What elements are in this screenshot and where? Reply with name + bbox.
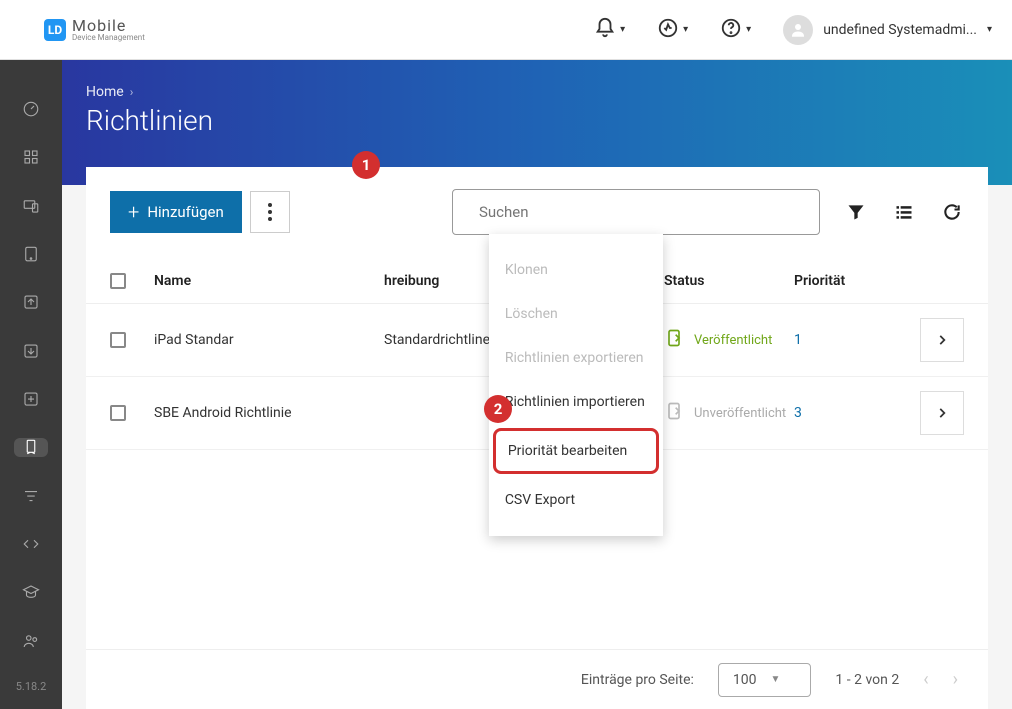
more-icon: [268, 203, 272, 221]
col-name[interactable]: Name: [154, 273, 384, 289]
menu-clone: Klonen: [489, 248, 663, 292]
search-input[interactable]: [479, 203, 805, 221]
sidebar-add[interactable]: [14, 390, 48, 408]
logo-badge: LD: [44, 19, 66, 41]
row-name: SBE Android Richtlinie: [154, 405, 384, 421]
sidebar-education[interactable]: [14, 583, 48, 601]
sidebar-upload[interactable]: [14, 293, 48, 311]
logo-title: Mobile: [72, 18, 145, 34]
help-dropdown[interactable]: ▾: [720, 17, 751, 43]
menu-export-policies: Richtlinien exportieren: [489, 336, 663, 380]
logo-subtitle: Device Management: [72, 34, 145, 42]
sidebar-apps[interactable]: [14, 148, 48, 166]
chevron-down-icon: ▾: [987, 24, 992, 35]
chevron-down-icon: ▾: [683, 24, 688, 35]
version-label: 5.18.2: [16, 680, 47, 693]
user-name: undefined Systemadmi...: [823, 22, 977, 38]
sidebar-device-alt[interactable]: [14, 245, 48, 263]
published-icon: [664, 328, 684, 352]
user-menu[interactable]: undefined Systemadmi... ▾: [783, 15, 992, 45]
top-bar: LD Mobile Device Management ▾ ▾ ▾ undefi…: [0, 0, 1012, 60]
sidebar-devices[interactable]: [14, 197, 48, 215]
chevron-right-icon: ›: [130, 85, 134, 99]
activity-dropdown[interactable]: ▾: [657, 17, 688, 43]
sidebar-download[interactable]: [14, 342, 48, 360]
avatar: [783, 15, 813, 45]
sidebar-filter[interactable]: [14, 487, 48, 505]
sidebar: 5.18.2: [0, 60, 62, 709]
row-name: iPad Standar: [154, 332, 384, 348]
menu-delete: Löschen: [489, 292, 663, 336]
unpublished-icon: [664, 401, 684, 425]
list-view-button[interactable]: [892, 202, 916, 222]
row-expand-button[interactable]: [920, 391, 964, 435]
prev-page-button[interactable]: ‹: [923, 669, 928, 690]
filter-button[interactable]: [844, 202, 868, 222]
row-expand-button[interactable]: [920, 318, 964, 362]
search-box[interactable]: [452, 189, 820, 235]
select-all-checkbox[interactable]: [110, 273, 126, 289]
add-button-label: Hinzufügen: [147, 203, 224, 221]
row-priority: 1: [794, 332, 914, 348]
col-priority[interactable]: Priorität: [794, 273, 914, 289]
actions-menu: Klonen Löschen Richtlinien exportieren R…: [489, 234, 663, 536]
per-page-value: 100: [733, 672, 757, 688]
content-card: 1 2 + Hinzufügen Klonen Löschen Richtlin…: [86, 167, 988, 709]
page-title: Richtlinien: [86, 104, 988, 137]
row-checkbox[interactable]: [110, 332, 126, 348]
chevron-down-icon: ▼: [771, 674, 781, 685]
breadcrumb-home[interactable]: Home: [86, 84, 124, 100]
row-status: Unveröffentlicht: [694, 406, 786, 421]
chevron-down-icon: ▾: [620, 24, 625, 35]
plus-icon: +: [128, 200, 139, 224]
annotation-2: 2: [484, 395, 512, 423]
menu-import-policies[interactable]: Richtlinien importieren: [489, 380, 663, 424]
more-actions-button[interactable]: Klonen Löschen Richtlinien exportieren R…: [250, 191, 290, 233]
sidebar-code[interactable]: [14, 535, 48, 553]
sidebar-policies[interactable]: [14, 438, 48, 456]
row-checkbox[interactable]: [110, 405, 126, 421]
sidebar-dashboard[interactable]: [14, 100, 48, 118]
menu-csv-export[interactable]: CSV Export: [489, 478, 663, 522]
sidebar-users[interactable]: [14, 632, 48, 650]
add-button[interactable]: + Hinzufügen: [110, 191, 242, 233]
notifications-dropdown[interactable]: ▾: [594, 17, 625, 43]
refresh-button[interactable]: [940, 202, 964, 222]
breadcrumb[interactable]: Home ›: [86, 84, 988, 100]
logo[interactable]: LD Mobile Device Management: [44, 18, 145, 42]
bell-icon: [594, 17, 616, 43]
activity-icon: [657, 17, 679, 43]
toolbar: + Hinzufügen Klonen Löschen Richtlinien …: [86, 189, 988, 235]
row-status: Veröffentlicht: [694, 333, 772, 348]
pagination: Einträge pro Seite: 100 ▼ 1 - 2 von 2 ‹ …: [86, 649, 988, 709]
next-page-button[interactable]: ›: [953, 669, 958, 690]
per-page-select[interactable]: 100 ▼: [718, 663, 812, 697]
help-icon: [720, 17, 742, 43]
annotation-1: 1: [352, 151, 380, 179]
row-priority: 3: [794, 405, 914, 421]
menu-edit-priority[interactable]: Priorität bearbeiten: [493, 428, 659, 474]
col-status[interactable]: Status: [664, 273, 794, 289]
per-page-label: Einträge pro Seite:: [581, 672, 694, 688]
page-range: 1 - 2 von 2: [835, 672, 899, 688]
chevron-down-icon: ▾: [746, 24, 751, 35]
